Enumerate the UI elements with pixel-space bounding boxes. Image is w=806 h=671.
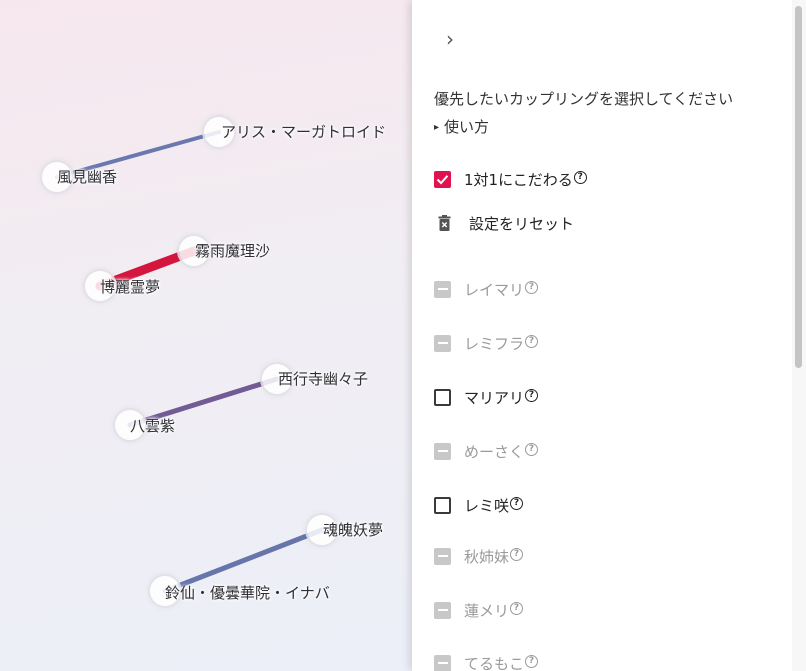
settings-panel: › 優先したいカップリングを選択してください ▸ 使い方 1対1にこだわる? 設定… (412, 0, 806, 671)
node-label-marisa: 霧雨魔理沙 (195, 242, 271, 260)
coupling-checkbox[interactable] (434, 601, 451, 619)
coupling-option[interactable]: 秋姉妹? (434, 544, 524, 568)
node-label-yukari: 八雲紫 (130, 417, 176, 435)
one-on-one-label: 1対1にこだわる (464, 170, 573, 189)
coupling-checkbox[interactable] (434, 547, 451, 565)
help-icon[interactable]: ? (525, 280, 539, 294)
coupling-label: レイマリ (464, 280, 525, 299)
coupling-option[interactable]: マリアリ? (434, 385, 539, 409)
coupling-checkbox[interactable] (434, 388, 451, 406)
node-label-youmu: 魂魄妖夢 (323, 521, 384, 539)
help-icon[interactable]: ? (525, 654, 539, 668)
node-label-yuyuko: 西行寺幽々子 (278, 370, 369, 388)
scrollbar-thumb[interactable] (795, 6, 802, 368)
help-icon[interactable]: ? (510, 547, 524, 561)
howto-label: 使い方 (444, 118, 490, 136)
panel-intro: 優先したいカップリングを選択してください (434, 90, 734, 108)
coupling-checkbox[interactable] (434, 654, 451, 671)
coupling-option[interactable]: レミ咲? (434, 493, 524, 517)
coupling-label: レミ咲 (464, 496, 510, 515)
help-icon[interactable]: ? (525, 442, 539, 456)
node-label-alice: アリス・マーガトロイド (221, 123, 387, 141)
coupling-label: 秋姉妹 (464, 547, 510, 566)
help-icon[interactable]: ? (510, 601, 524, 615)
coupling-option[interactable]: レミフラ? (434, 331, 539, 355)
check-icon (436, 174, 449, 184)
coupling-label: てるもこ (464, 654, 525, 671)
reset-settings-button[interactable]: 設定をリセット (434, 211, 574, 235)
node-label-reimu: 博麗霊夢 (100, 278, 161, 296)
trash-icon (438, 214, 451, 231)
reset-label: 設定をリセット (469, 214, 575, 233)
graph-edges (55, 130, 325, 594)
coupling-label: マリアリ (464, 388, 525, 407)
coupling-label: めーさく (464, 442, 525, 461)
coupling-option[interactable]: めーさく? (434, 439, 539, 463)
disclosure-triangle-icon: ▸ (434, 122, 440, 133)
node-label-reisen: 鈴仙・優曇華院・イナバ (165, 584, 330, 602)
help-icon[interactable]: ? (525, 388, 539, 402)
coupling-checkbox[interactable] (434, 442, 451, 460)
help-icon[interactable]: ? (525, 334, 539, 348)
one-on-one-checkbox[interactable] (434, 170, 451, 188)
coupling-label: レミフラ (464, 334, 525, 353)
edge-reisen-youmu (162, 527, 325, 594)
one-on-one-option[interactable]: 1対1にこだわる? (434, 167, 587, 191)
chevron-right-icon[interactable]: › (446, 26, 470, 52)
node-label-kazami: 風見幽香 (57, 168, 118, 186)
coupling-option[interactable]: てるもこ? (434, 651, 539, 671)
scrollbar[interactable] (792, 0, 806, 671)
coupling-option[interactable]: レイマリ? (434, 277, 539, 301)
howto-toggle[interactable]: ▸ 使い方 (434, 116, 489, 137)
coupling-label: 蓮メリ (464, 601, 510, 620)
help-icon[interactable]: ? (573, 170, 587, 184)
coupling-graph[interactable]: 風見幽香 アリス・マーガトロイド 博麗霊夢 霧雨魔理沙 八雲紫 西行寺幽々子 鈴… (0, 0, 412, 671)
help-icon[interactable]: ? (510, 496, 524, 510)
coupling-checkbox[interactable] (434, 496, 451, 514)
coupling-option[interactable]: 蓮メリ? (434, 598, 524, 622)
coupling-checkbox[interactable] (434, 334, 451, 352)
coupling-checkbox[interactable] (434, 280, 451, 298)
